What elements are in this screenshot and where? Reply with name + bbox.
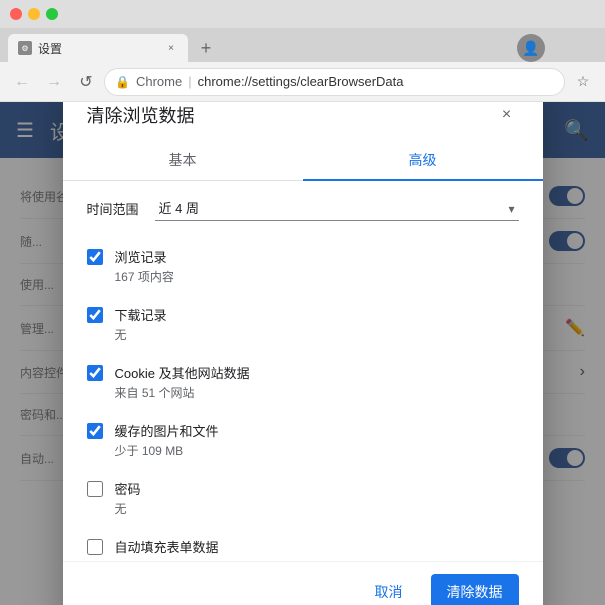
clear-data-button[interactable]: 清除数据 (431, 574, 519, 605)
checkbox-cookies-input[interactable] (87, 365, 103, 381)
checkbox-cache-input[interactable] (87, 423, 103, 439)
lock-icon: 🔒 (115, 75, 130, 89)
address-url: chrome://settings/clearBrowserData (198, 74, 404, 89)
cookies-sub: 来自 51 个网站 (115, 384, 250, 401)
close-traffic-light[interactable] (10, 8, 22, 20)
profile-icon[interactable]: 👤 (517, 34, 545, 62)
browsing-history-sub: 167 项内容 (115, 268, 174, 285)
autofill-label: 自动填充表单数据 (115, 537, 219, 556)
time-range-select-wrapper: 过去一小时 过去 24 小时 过去 7 天 近 4 周 全部时间 ▾ (155, 197, 519, 221)
checkbox-passwords: 密码 无 (87, 469, 519, 527)
new-tab-button[interactable]: + (192, 34, 220, 62)
forward-button[interactable]: → (40, 68, 68, 96)
cancel-button[interactable]: 取消 (359, 574, 419, 605)
checkbox-browsing-history: 浏览记录 167 项内容 (87, 237, 519, 295)
modal-body: 时间范围 过去一小时 过去 24 小时 过去 7 天 近 4 周 全部时间 ▾ (63, 181, 543, 561)
checkbox-download-history-input[interactable] (87, 307, 103, 323)
clear-browser-data-modal: 清除浏览数据 × 基本 高级 时间范围 (63, 102, 543, 605)
tab-bar: ⚙ 设置 × + 👤 (0, 28, 605, 62)
reload-button[interactable]: ↺ (72, 68, 100, 96)
tab-basic[interactable]: 基本 (63, 140, 303, 180)
modal-tabs: 基本 高级 (63, 140, 543, 181)
browsing-history-label: 浏览记录 (115, 247, 174, 266)
modal-title: 清除浏览数据 (87, 102, 195, 128)
modal-header: 清除浏览数据 × (63, 102, 543, 128)
cache-label: 缓存的图片和文件 (115, 421, 219, 440)
cache-sub: 少于 109 MB (115, 442, 219, 459)
active-tab[interactable]: ⚙ 设置 × (8, 34, 188, 62)
checkbox-browsing-history-input[interactable] (87, 249, 103, 265)
checkbox-autofill: 自动填充表单数据 (87, 527, 519, 561)
time-range-row: 时间范围 过去一小时 过去 24 小时 过去 7 天 近 4 周 全部时间 ▾ (87, 197, 519, 221)
cookies-label: Cookie 及其他网站数据 (115, 363, 250, 382)
modal-overlay: 清除浏览数据 × 基本 高级 时间范围 (0, 102, 605, 605)
time-range-label: 时间范围 (87, 199, 139, 218)
address-separator: | (188, 74, 191, 89)
title-bar (0, 0, 605, 28)
modal-footer: 取消 清除数据 (63, 561, 543, 605)
download-history-sub: 无 (115, 326, 167, 343)
passwords-label: 密码 (115, 479, 141, 498)
checkbox-passwords-input[interactable] (87, 481, 103, 497)
checkbox-download-history: 下载记录 无 (87, 295, 519, 353)
maximize-traffic-light[interactable] (46, 8, 58, 20)
address-bar[interactable]: 🔒 Chrome | chrome://settings/clearBrowse… (104, 68, 565, 96)
tab-title: 设置 (38, 40, 62, 57)
time-range-select[interactable]: 过去一小时 过去 24 小时 过去 7 天 近 4 周 全部时间 (155, 197, 519, 221)
modal-close-button[interactable]: × (495, 103, 519, 127)
passwords-sub: 无 (115, 500, 141, 517)
browser-frame: ⚙ 设置 × + 👤 ← → ↺ 🔒 Chrome | chrome://set… (0, 0, 605, 605)
tab-close-button[interactable]: × (164, 41, 178, 55)
back-button[interactable]: ← (8, 68, 36, 96)
nav-bar: ← → ↺ 🔒 Chrome | chrome://settings/clear… (0, 62, 605, 102)
page-content: ☰ 设置 🔍 将使用谷歌帐户使用者自动提供自动供述给 Google 随... 使… (0, 102, 605, 605)
tab-advanced[interactable]: 高级 (303, 140, 543, 180)
bookmark-star-icon[interactable]: ☆ (569, 68, 597, 96)
chrome-label: Chrome (136, 74, 182, 89)
download-history-label: 下载记录 (115, 305, 167, 324)
checkbox-cache: 缓存的图片和文件 少于 109 MB (87, 411, 519, 469)
checkbox-autofill-input[interactable] (87, 539, 103, 555)
tab-favicon: ⚙ (18, 41, 32, 55)
minimize-traffic-light[interactable] (28, 8, 40, 20)
checkbox-cookies: Cookie 及其他网站数据 来自 51 个网站 (87, 353, 519, 411)
